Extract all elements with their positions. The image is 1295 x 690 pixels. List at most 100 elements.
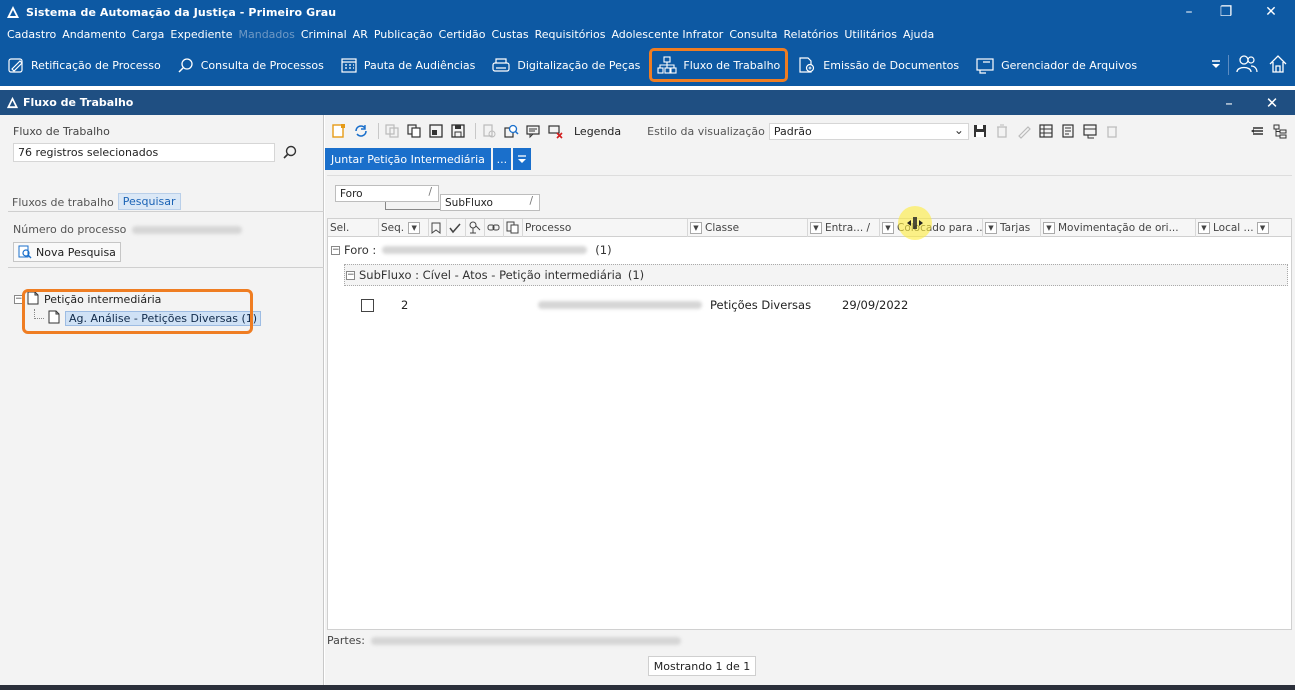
menu-item-custas[interactable]: Custas: [488, 28, 531, 41]
menu-item-criminal[interactable]: Criminal: [298, 28, 350, 41]
menu-item-cadastro[interactable]: Cadastro: [4, 28, 59, 41]
filter-dropdown-icon[interactable]: ▼: [408, 221, 421, 234]
group-row-foro[interactable]: − Foro : (1): [331, 239, 1286, 261]
menu-item-publicacao[interactable]: Publicação: [371, 28, 436, 41]
menu-item-ajuda[interactable]: Ajuda: [900, 28, 937, 41]
numero-processo-value-redacted[interactable]: [132, 225, 243, 234]
save-view-icon[interactable]: [971, 122, 989, 140]
window-close-button[interactable]: ✕: [1250, 0, 1292, 24]
menu-item-requisitorios[interactable]: Requisitórios: [532, 28, 609, 41]
tab-pesquisar[interactable]: Pesquisar: [117, 193, 181, 210]
copy-disabled-icon[interactable]: [383, 122, 401, 140]
tree-node-ag-analise[interactable]: Ag. Análise - Petições Diversas (1): [14, 308, 262, 328]
actions-row: Juntar Petição Intermediária ...: [325, 148, 531, 170]
digitalizacao-pecas-button[interactable]: Digitalização de Peças: [484, 48, 647, 82]
estilo-visualizacao-select[interactable]: Padrão ⌄: [768, 122, 969, 140]
retificacao-processo-button[interactable]: Retificação de Processo: [0, 48, 168, 82]
row-select-checkbox[interactable]: [361, 298, 374, 312]
window-minimize-button[interactable]: –: [1168, 0, 1210, 24]
filter-dropdown-icon[interactable]: ▼: [1256, 221, 1269, 234]
document-icon: [27, 291, 39, 308]
tree-view-icon[interactable]: [1271, 122, 1289, 140]
trash-disabled-icon[interactable]: [1103, 122, 1121, 140]
column-processo[interactable]: Processo: [523, 218, 688, 237]
search-icon[interactable]: [282, 144, 298, 160]
estilo-visualizacao-value: Padrão: [773, 124, 812, 138]
menu-item-utilitarios[interactable]: Utilitários: [841, 28, 900, 41]
tree-connector: [34, 308, 44, 319]
copy-icon[interactable]: [405, 122, 423, 140]
print-list-icon[interactable]: [1059, 122, 1077, 140]
table-row[interactable]: 2 Petições Diversas 29/09/2022: [361, 294, 908, 316]
group-users-column-icon[interactable]: [466, 218, 485, 237]
actions-dropdown-button[interactable]: [512, 148, 531, 170]
check-column-icon[interactable]: [447, 218, 466, 237]
window-restore-button[interactable]: ❐: [1205, 0, 1247, 24]
menu-item-certidao[interactable]: Certidão: [436, 28, 489, 41]
filter-dropdown-icon[interactable]: ▼: [1043, 221, 1055, 234]
move-icon[interactable]: [427, 122, 445, 140]
digitalizacao-pecas-label: Digitalização de Peças: [517, 58, 641, 72]
sort-indicator: /: [529, 195, 533, 207]
edit-disabled-icon[interactable]: [1015, 122, 1033, 140]
row-processo-redacted[interactable]: [538, 301, 702, 309]
document-minimize-button[interactable]: –: [1214, 90, 1244, 115]
toolbar-overflow-icon[interactable]: [1206, 48, 1226, 80]
tree-node-peticao-intermediaria[interactable]: − Petição intermediária: [14, 290, 261, 309]
find-icon[interactable]: [502, 122, 520, 140]
group-chip-foro[interactable]: Foro /: [335, 185, 439, 202]
emissao-documentos-button[interactable]: Emissão de Documentos: [790, 48, 966, 82]
group-collapse-toggle[interactable]: −: [346, 270, 355, 280]
column-entrada[interactable]: ▼ Entra... /: [808, 218, 880, 237]
users-icon[interactable]: [1234, 48, 1260, 80]
column-sel[interactable]: Sel.: [328, 218, 379, 237]
layout-icon[interactable]: [1081, 122, 1099, 140]
group-collapse-toggle[interactable]: −: [331, 245, 340, 255]
juntar-peticao-button[interactable]: Juntar Petição Intermediária: [325, 148, 491, 170]
filter-dropdown-icon[interactable]: ▼: [1198, 221, 1210, 234]
column-tarjas[interactable]: ▼ Tarjas: [983, 218, 1041, 237]
export-excel-icon[interactable]: [1037, 122, 1055, 140]
save-icon[interactable]: [449, 122, 467, 140]
comment-icon[interactable]: [524, 122, 542, 140]
tag-disabled-icon[interactable]: [480, 122, 498, 140]
menu-item-ar[interactable]: AR: [350, 28, 371, 41]
refresh-icon[interactable]: [352, 122, 370, 140]
new-document-icon[interactable]: [330, 122, 348, 140]
fluxo-trabalho-button[interactable]: Fluxo de Trabalho: [649, 48, 789, 82]
menu-item-mandados[interactable]: Mandados: [235, 28, 297, 41]
menu-item-carga[interactable]: Carga: [129, 28, 167, 41]
collapse-panel-icon[interactable]: [1249, 122, 1267, 140]
tree-collapse-toggle[interactable]: −: [14, 295, 23, 304]
filter-dropdown-icon[interactable]: ▼: [882, 221, 894, 234]
group-row-subfluxo[interactable]: − SubFluxo : Cível - Atos - Petição inte…: [344, 264, 1288, 286]
delete-comment-icon[interactable]: [546, 122, 564, 140]
fluxo-trabalho-field[interactable]: 76 registros selecionados: [13, 143, 275, 162]
home-icon[interactable]: [1266, 48, 1290, 80]
gerenciador-arquivos-button[interactable]: Gerenciador de Arquivos: [968, 48, 1144, 82]
legenda-button[interactable]: Legenda: [574, 125, 621, 138]
bookmark-column-icon[interactable]: [429, 218, 447, 237]
consulta-processos-button[interactable]: Consulta de Processos: [170, 48, 331, 82]
column-local[interactable]: ▼ Local ... ▼: [1196, 219, 1270, 237]
menu-item-relatorios[interactable]: Relatórios: [781, 28, 842, 41]
column-seq[interactable]: Seq. ▼: [379, 218, 429, 237]
menu-item-consulta[interactable]: Consulta: [726, 28, 780, 41]
menu-item-adolescente-infrator[interactable]: Adolescente Infrator: [608, 28, 726, 41]
delete-view-disabled-icon[interactable]: [993, 122, 1011, 140]
filter-dropdown-icon[interactable]: ▼: [985, 221, 997, 234]
group-chip-subfluxo[interactable]: SubFluxo /: [440, 194, 540, 211]
filter-dropdown-icon[interactable]: ▼: [690, 221, 702, 234]
tab-fluxos-trabalho[interactable]: Fluxos de trabalho: [8, 195, 118, 210]
menu-item-expediente[interactable]: Expediente: [167, 28, 235, 41]
pauta-audiencias-button[interactable]: Pauta de Audiências: [333, 48, 483, 82]
menu-item-andamento[interactable]: Andamento: [59, 28, 129, 41]
nova-pesquisa-button[interactable]: Nova Pesquisa: [13, 242, 121, 262]
filter-dropdown-icon[interactable]: ▼: [810, 221, 822, 234]
document-close-button[interactable]: ✕: [1257, 90, 1287, 115]
link-column-icon[interactable]: [485, 218, 504, 237]
more-actions-button[interactable]: ...: [492, 148, 511, 170]
column-classe[interactable]: ▼ Classe: [688, 218, 808, 237]
column-movimentacao[interactable]: ▼ Movimentação de ori...: [1041, 218, 1196, 237]
pages-column-icon[interactable]: [504, 218, 523, 237]
